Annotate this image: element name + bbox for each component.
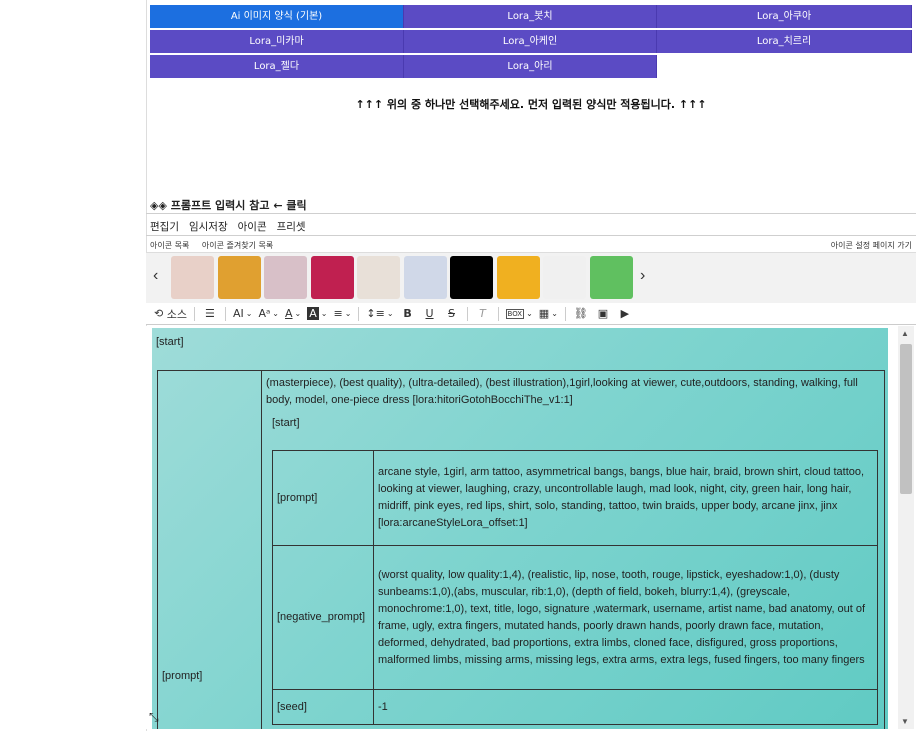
source-button[interactable]: ⟲ 소스 [152,305,189,323]
icon-thumbnail[interactable] [496,256,540,299]
style-button[interactable]: Lora_미카마 [150,30,404,53]
editor-content: [start] [prompt] (masterpiece), (best qu… [152,328,888,729]
box-label: BOX [505,308,525,319]
inner-key-cell: [prompt] [272,450,374,546]
menu-preset[interactable]: 프리셋 [277,219,306,234]
inner-value-cell: -1 [373,689,878,725]
image-icon[interactable]: ▣ [593,305,613,323]
inner-value-cell: arcane style, 1girl, arm tattoo, asymmet… [373,450,878,546]
style-button[interactable]: Lora_치르리 [657,30,912,53]
icon-thumbnail[interactable] [403,256,447,299]
divider [224,306,226,321]
icon-links-bar: 아이콘 목록 아이콘 즐겨찾기 목록 아이콘 설정 페이지 가기 [150,240,912,251]
inner-key-cell: [negative_prompt] [272,545,374,690]
icon-thumbnail[interactable] [450,256,493,299]
source-label: 소스 [166,307,187,321]
expand-icon[interactable]: ⤡ [149,710,159,725]
video-icon[interactable]: ▶ [615,305,635,323]
font-color-icon[interactable]: A ⌄ [283,305,303,323]
menu-temp-save[interactable]: 임시저장 [189,219,228,234]
scroll-down-icon[interactable]: ▼ [901,717,909,726]
bold-icon[interactable]: B [398,305,418,323]
strikethrough-icon[interactable]: S [442,305,462,323]
divider [193,306,195,321]
divider [466,306,468,321]
icon-thumbnail[interactable] [310,256,354,299]
style-button[interactable]: Lora_아리 [404,55,657,78]
editor-scrollbar[interactable]: ▲ ▼ [898,326,914,729]
table-row: [negative_prompt] (worst quality, low qu… [272,545,878,690]
divider [146,213,916,214]
editor-area[interactable]: [start] [prompt] (masterpiece), (best qu… [146,326,898,729]
icon-carousel: ‹ › [146,252,916,304]
main-prompt-text: (masterpiece), (best quality), (ultra-de… [266,377,858,406]
background-color-icon[interactable]: A ⌄ [305,305,329,323]
icon-favorites-link[interactable]: 아이콘 즐겨찾기 목록 [202,241,273,250]
divider [358,306,360,321]
scrollbar-thumb[interactable] [900,344,912,494]
align-icon[interactable]: ≡ ⌄ [331,305,353,323]
icon-thumbnail[interactable] [171,256,214,299]
start-marker: [start] [156,336,184,348]
font-style-icon[interactable]: Aᵃ ⌄ [256,305,281,323]
style-button[interactable]: Ai 이미지 양식 (기본) [150,5,404,28]
prompt-table: [prompt] (masterpiece), (best quality), … [157,370,885,729]
divider [146,235,916,236]
template-icon[interactable]: ☰ [200,305,220,323]
prompt-label-cell: [prompt] [157,370,262,729]
inner-value-cell: (worst quality, low quality:1,4), (reali… [373,545,878,690]
clear-format-icon[interactable]: T [473,305,493,323]
icon-thumbnail[interactable] [543,256,586,299]
reference-link[interactable]: ◈◈ 프롬프트 입력시 참고 ← 클릭 [150,197,307,213]
notice-text: ↑↑↑ 위의 중 하나만 선택해주세요. 먼저 입력된 양식만 적용됩니다. ↑… [355,98,707,111]
divider [497,306,499,321]
prompt-value-cell: (masterpiece), (best quality), (ultra-de… [261,370,885,729]
inner-key-cell: [seed] [272,689,374,725]
icon-thumbnail[interactable] [217,256,261,299]
carousel-prev-icon[interactable]: ‹ [153,267,158,285]
table-row: [prompt] arcane style, 1girl, arm tattoo… [272,450,878,546]
editor-menubar: 편집기 임시저장 아이콘 프리셋 [150,219,306,234]
style-button[interactable]: Lora_봇치 [404,5,657,28]
table-row: [seed] -1 [272,689,878,725]
icon-thumbnail[interactable] [264,256,307,299]
style-button[interactable]: Lora_아쿠아 [657,5,912,28]
menu-editor[interactable]: 편집기 [150,219,179,234]
carousel-next-icon[interactable]: › [640,267,645,285]
scroll-up-icon[interactable]: ▲ [901,329,909,338]
icon-settings-link[interactable]: 아이콘 설정 페이지 가기 [831,240,912,251]
divider [564,306,566,321]
table-icon[interactable]: ▦ ⌄ [537,305,560,323]
icon-thumbnail[interactable] [357,256,400,299]
prompt-label: [prompt] [162,670,203,682]
font-size-icon[interactable]: AI ⌄ [231,305,254,323]
icon-thumbnail[interactable] [589,256,633,299]
box-icon[interactable]: BOX ⌄ [504,305,535,323]
inner-start-marker: [start] [272,417,300,429]
style-button[interactable]: Lora_젤다 [150,55,404,78]
inner-table: [prompt] arcane style, 1girl, arm tattoo… [272,450,878,725]
line-height-icon[interactable]: ↕≡ ⌄ [364,305,395,323]
editor-toolbar: ⟲ 소스 ☰ AI ⌄ Aᵃ ⌄ A ⌄ A ⌄ ≡ ⌄ ↕≡ ⌄ B U S T BOX ⌄… [146,303,916,325]
menu-icon[interactable]: 아이콘 [238,219,267,234]
underline-icon[interactable]: U [420,305,440,323]
link-icon[interactable]: ⛓ [571,305,591,323]
source-icon: ⟲ [154,307,164,320]
style-button[interactable]: Lora_아케인 [404,30,657,53]
icon-list-link[interactable]: 아이콘 목록 [150,241,189,250]
